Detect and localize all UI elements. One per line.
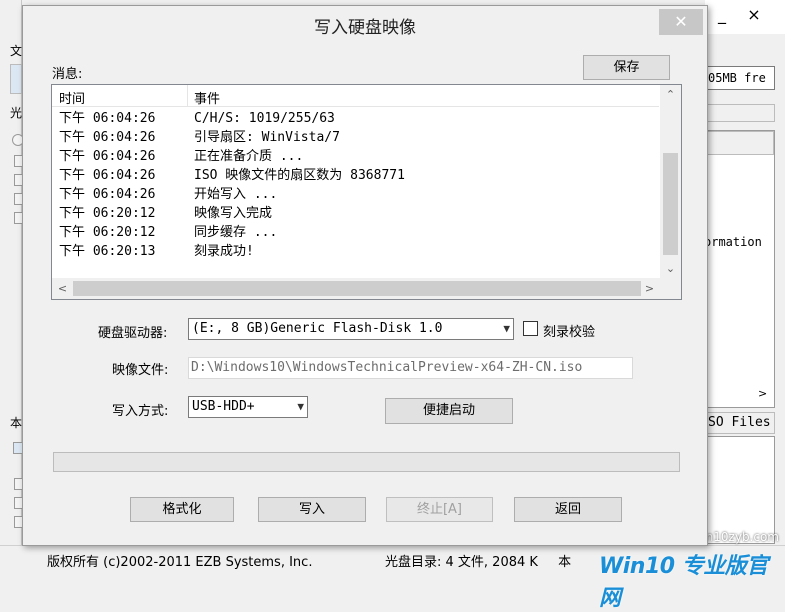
stop-button: 终止[A] (386, 497, 493, 522)
log-row-event: 刻录成功! (194, 244, 254, 259)
log-row-event: ISO 映像文件的扇区数为 8368771 (194, 168, 405, 183)
image-file-field[interactable]: D:\Windows10\WindowsTechnicalPreview-x64… (188, 357, 633, 379)
left-strip-selected-item (10, 64, 22, 94)
status-copyright: 版权所有 (c)2002-2011 EZB Systems, Inc. (47, 555, 313, 570)
horizontal-scrollbar[interactable]: < > (52, 278, 662, 299)
dialog-title: 写入硬盘映像 (314, 18, 416, 38)
column-time[interactable]: 时间 (59, 88, 85, 107)
message-log-header: 时间 事件 (52, 85, 659, 107)
image-file-label: 映像文件: (112, 363, 169, 378)
drive-select-value: (E:, 8 GB)Generic Flash-Disk 1.0 (192, 321, 443, 336)
log-row[interactable]: 下午 06:04:26 正在准备介质 ... (52, 147, 659, 166)
write-button[interactable]: 写入 (258, 497, 366, 522)
bg-scroll-right-arrow-icon[interactable]: > (758, 387, 767, 400)
log-row-event: 开始写入 ... (194, 187, 278, 202)
log-row[interactable]: 下午 06:20:12 映像写入完成 (52, 204, 659, 223)
log-row[interactable]: 下午 06:20:13 刻录成功! (52, 242, 659, 261)
log-row-event: 引导扇区: WinVista/7 (194, 130, 340, 145)
column-event[interactable]: 事件 (194, 88, 220, 107)
watermark-logo: Win10 专业版官网 (599, 554, 768, 611)
verify-checkbox[interactable] (523, 321, 538, 336)
log-row-event: 同步缓存 ... (194, 225, 278, 240)
log-row[interactable]: 下午 06:04:26 引导扇区: WinVista/7 (52, 128, 659, 147)
background-left-strip: 文 光 本 (0, 0, 26, 576)
bg-file-list-header (706, 131, 774, 155)
scroll-up-arrow-icon[interactable]: ⌃ (662, 86, 679, 103)
watermark: win10zyb.com Win10 专业版官网 (599, 530, 779, 611)
message-log-list[interactable]: 时间 事件 下午 06:04:26 C/H/S: 1019/255/63 下午 06… (51, 84, 682, 300)
format-button[interactable]: 格式化 (130, 497, 234, 522)
log-row-time: 下午 06:04:26 (59, 168, 156, 183)
log-row[interactable]: 下午 06:04:26 开始写入 ... (52, 185, 659, 204)
write-disk-image-dialog: 写入硬盘映像 ✕ 消息: 保存 时间 事件 下午 06:04:26 C/H/S: … (22, 5, 708, 546)
log-row[interactable]: 下午 06:04:26 C/H/S: 1019/255/63 (52, 109, 659, 128)
bg-close-button[interactable]: × (739, 4, 769, 26)
log-row-time: 下午 06:20:12 (59, 206, 156, 221)
status-cd-dir-text: 光盘目录: 4 文件, 2084 K (385, 555, 538, 570)
vertical-scrollbar[interactable]: ⌃ ⌄ (660, 85, 681, 279)
log-row-time: 下午 06:04:26 (59, 187, 156, 202)
scrollbar-corner (660, 278, 681, 299)
log-row-time: 下午 06:20:12 (59, 225, 156, 240)
dialog-titlebar[interactable]: 写入硬盘映像 ✕ (23, 6, 707, 42)
write-method-select[interactable]: USB-HDD+ ▼ (188, 396, 308, 418)
log-row-event: C/H/S: 1019/255/63 (194, 111, 335, 126)
horizontal-scroll-thumb[interactable] (73, 281, 641, 296)
dialog-close-button[interactable]: ✕ (659, 9, 703, 35)
write-method-label: 写入方式: (112, 404, 169, 419)
log-row-time: 下午 06:04:26 (59, 149, 156, 164)
status-cd-directory: 光盘目录: 4 文件, 2084 K 本 (385, 551, 571, 570)
status-local-text: 本 (558, 555, 572, 570)
save-button[interactable]: 保存 (583, 55, 670, 80)
log-row[interactable]: 下午 06:20:12 同步缓存 ... (52, 223, 659, 242)
bg-iso-files-tab[interactable]: SO Files (705, 412, 775, 434)
chevron-down-icon: ▼ (297, 400, 304, 413)
bg-toolbar-strip (705, 104, 775, 122)
scroll-left-arrow-icon[interactable]: < (54, 280, 71, 297)
log-row[interactable]: 下午 06:04:26 ISO 映像文件的扇区数为 8368771 (52, 166, 659, 185)
log-row-time: 下午 06:04:26 (59, 130, 156, 145)
drive-select[interactable]: (E:, 8 GB)Generic Flash-Disk 1.0 ▼ (188, 318, 514, 340)
scroll-right-arrow-icon[interactable]: > (641, 280, 658, 297)
bg-minimize-button[interactable]: _ (707, 4, 737, 26)
log-row-event: 映像写入完成 (194, 206, 273, 221)
vertical-scroll-thumb[interactable] (663, 153, 678, 255)
message-log-rows: 下午 06:04:26 C/H/S: 1019/255/63 下午 06:04:26… (52, 109, 659, 261)
log-row-time: 下午 06:04:26 (59, 111, 156, 126)
back-button[interactable]: 返回 (514, 497, 622, 522)
log-row-time: 下午 06:20:13 (59, 244, 156, 259)
bg-file-list-panel[interactable]: ormation > (704, 130, 775, 408)
bg-local-file-panel[interactable] (705, 436, 775, 544)
left-strip-char-3: 本 (10, 416, 23, 430)
capacity-indicator: 05MB fre (705, 66, 775, 90)
left-strip-char-2: 光 (10, 106, 23, 120)
chevron-down-icon: ▼ (503, 322, 510, 335)
messages-label: 消息: (52, 67, 83, 82)
bg-info-text: ormation (704, 235, 762, 249)
verify-label[interactable]: 刻录校验 (543, 321, 595, 340)
left-strip-char-1: 文 (10, 44, 23, 58)
scroll-down-arrow-icon[interactable]: ⌄ (662, 260, 679, 277)
log-row-event: 正在准备介质 ... (194, 149, 304, 164)
write-progress-bar (53, 452, 680, 472)
background-titlebar: _ × (705, 0, 785, 34)
write-method-value: USB-HDD+ (192, 399, 255, 414)
column-divider[interactable] (187, 85, 188, 107)
drive-label: 硬盘驱动器: (98, 326, 168, 341)
bg-iso-files-label: SO Files (708, 415, 771, 430)
quick-boot-button[interactable]: 便捷启动 (385, 398, 513, 424)
